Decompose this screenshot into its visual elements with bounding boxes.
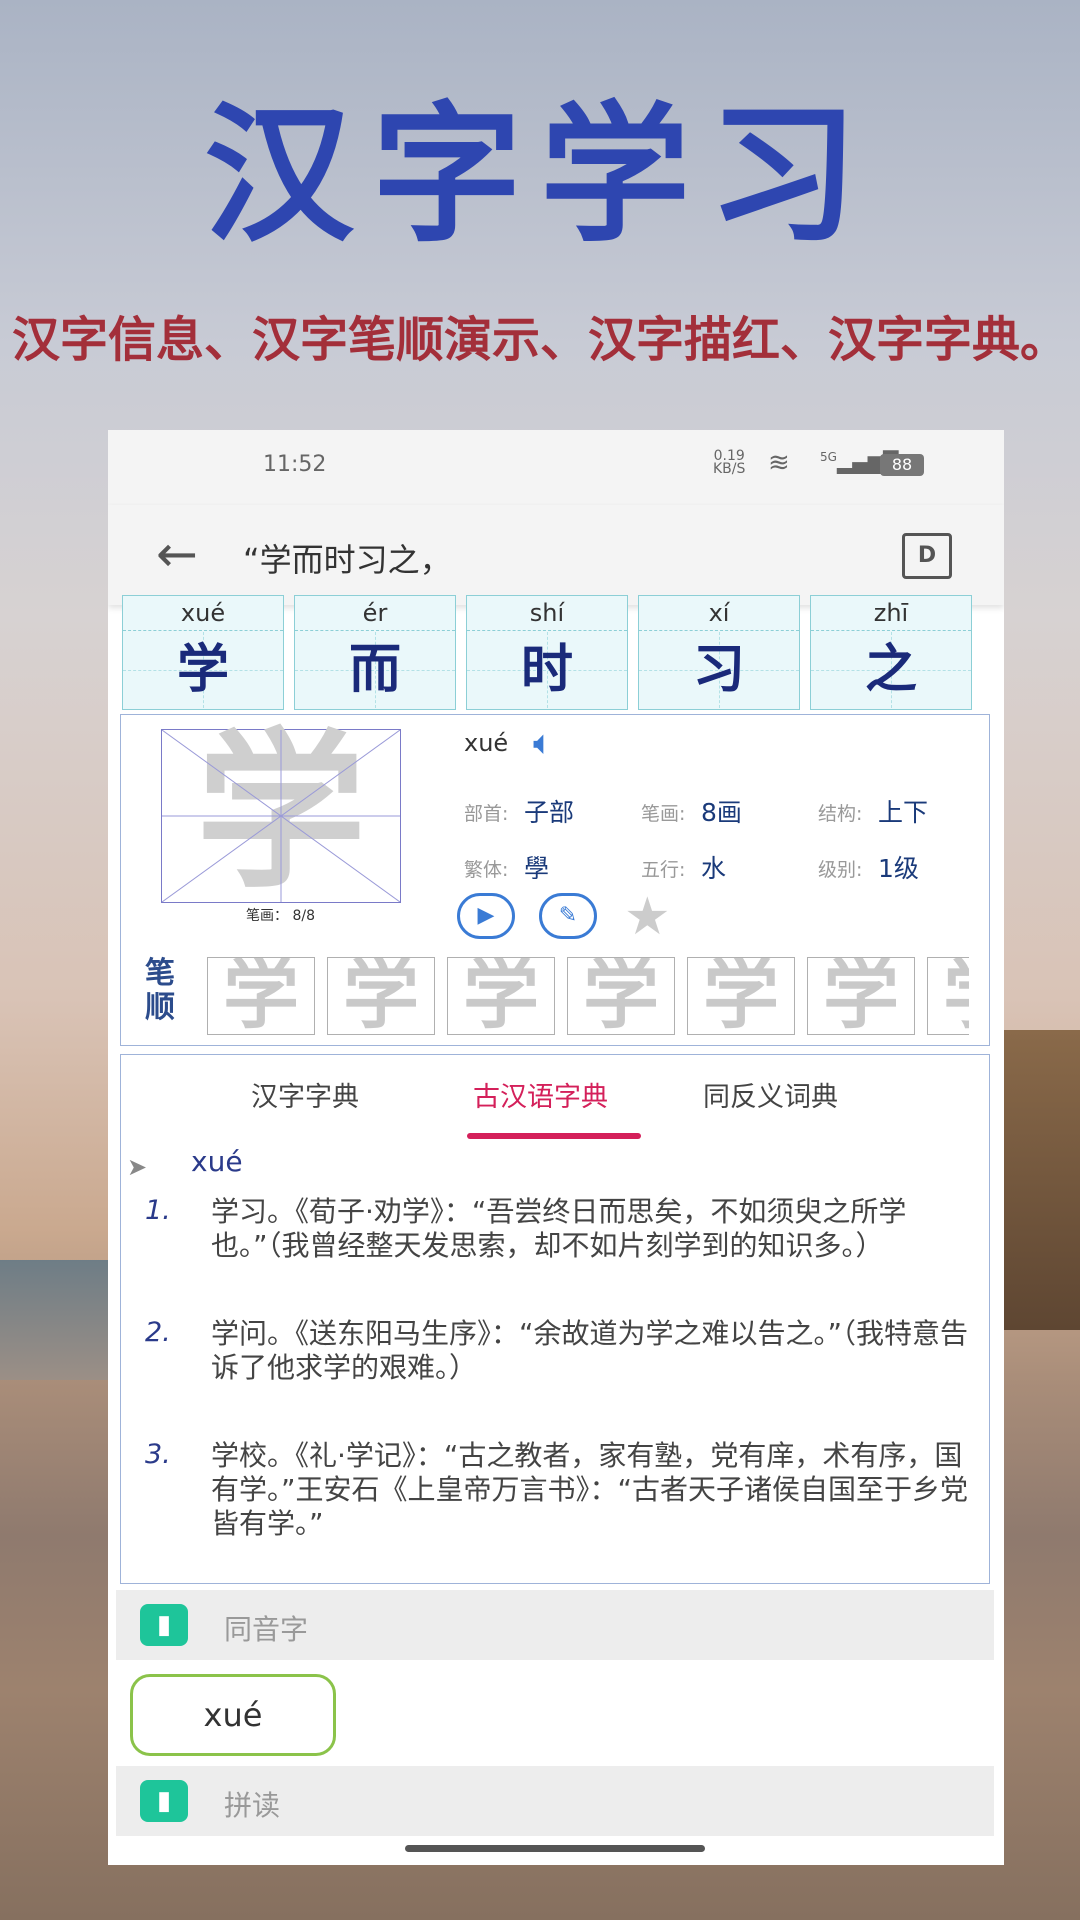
char-hanzi: 习 — [692, 640, 745, 700]
network-speed: 0.19 KB/S — [713, 449, 746, 477]
char-pinyin: zhī — [811, 596, 971, 631]
char-info-panel: 学 笔画： 8/8 xué 🔈︎ 部首: 子部 笔画: 8画 结构: 上下 繁体… — [120, 714, 990, 1046]
character-row: xué 学 ér 而 shí 时 xí 习 zhī 之 — [122, 595, 992, 710]
char-cell[interactable]: shí 时 — [466, 595, 628, 710]
char-hanzi: 时 — [520, 640, 573, 700]
network-speed-unit: KB/S — [713, 461, 746, 477]
definition-text: 学习。《荀子·劝学》：“吾尝终日而思矣，不如须臾之所学也。”（我曾经整天发思索，… — [211, 1195, 907, 1262]
stroke-frame: 学 — [807, 957, 915, 1035]
stroke-frame: 学 — [447, 957, 555, 1035]
char-cell[interactable]: xí 习 — [638, 595, 800, 710]
wuxing-value: 水 — [701, 854, 727, 883]
active-tab-indicator — [467, 1133, 641, 1139]
hero-subtitle: 汉字信息、汉字笔顺演示、汉字描红、汉字字典。 — [11, 312, 1068, 368]
traditional-value: 學 — [524, 854, 550, 883]
play-button[interactable]: ▶ — [457, 893, 515, 939]
stroke-animation-box[interactable]: 学 — [161, 718, 401, 908]
stroke-order-label: 笔顺 — [145, 956, 175, 1025]
level-label: 级别: — [818, 859, 863, 881]
strokes-label: 笔画: — [641, 803, 686, 825]
traditional-label: 繁体: — [464, 859, 509, 881]
definition-number: 3. — [145, 1439, 171, 1470]
bookmark-icon: ▮ — [140, 1780, 188, 1822]
pinyin-arrow-icon: ➤ — [127, 1153, 148, 1181]
stroke-order-strip[interactable]: 学 学 学 学 学 学 学 — [207, 957, 969, 1035]
edit-button[interactable]: ✎ — [539, 893, 597, 939]
stroke-frame-char: 学 — [583, 957, 659, 1035]
structure-value: 上下 — [878, 798, 929, 827]
definition-text: 学问。《送东阳马生序》：“余故道为学之难以告之。”（我特意告诉了他求学的艰难。） — [211, 1317, 969, 1384]
page-title: “学而时习之， — [243, 541, 452, 579]
stroke-frame-char: 学 — [928, 958, 969, 1034]
stroke-progress: 笔画： 8/8 — [246, 908, 315, 924]
level-value: 1级 — [878, 854, 919, 883]
char-hanzi: 而 — [348, 640, 401, 700]
radical-value: 子部 — [524, 798, 575, 827]
info-pinyin: xué — [464, 729, 509, 757]
radical-label: 部首: — [464, 803, 509, 825]
stroke-frame: 学 — [687, 957, 795, 1035]
char-cell[interactable]: zhī 之 — [810, 595, 972, 710]
stroke-frame: 学 — [927, 957, 969, 1035]
definition-number: 2. — [145, 1317, 171, 1348]
wuxing-label: 五行: — [641, 859, 686, 881]
stroke-frame-char: 学 — [223, 957, 299, 1035]
section-label: 拼读 — [224, 1789, 281, 1822]
home-indicator[interactable] — [405, 1845, 705, 1852]
background-cliff — [1000, 1030, 1080, 1330]
app-bar: ← “学而时习之， D — [108, 505, 1004, 605]
stroke-frame-char: 学 — [703, 957, 779, 1035]
back-arrow-icon[interactable]: ← — [156, 525, 198, 583]
char-pinyin: shí — [467, 596, 627, 631]
char-pinyin: xí — [639, 596, 799, 631]
section-label: 同音字 — [224, 1613, 309, 1646]
stroke-frame-char: 学 — [823, 957, 899, 1035]
char-pinyin: xué — [123, 596, 283, 631]
bookmark-icon: ▮ — [140, 1604, 188, 1646]
dictionary-pinyin: xué — [191, 1145, 243, 1178]
phone-screen: 11:52 0.19 KB/S ≋ 5G▂▄▆█ 88 ← “学而时习之， D … — [108, 430, 1004, 1865]
homophone-chip[interactable]: xué — [130, 1674, 336, 1756]
tab-hanzi-dictionary[interactable]: 汉字字典 — [251, 1075, 359, 1114]
star-icon[interactable]: ★ — [624, 887, 671, 947]
char-pinyin: ér — [295, 596, 455, 631]
wifi-icon: ≋ — [768, 448, 790, 478]
status-bar: 11:52 0.19 KB/S ≋ 5G▂▄▆█ 88 — [108, 430, 1004, 505]
stroke-frame: 学 — [327, 957, 435, 1035]
definition-text: 学校。《礼·学记》：“古之教者，家有塾，党有庠，术有序，国有学。”王安石《上皇帝… — [211, 1439, 969, 1540]
tab-classical-dictionary[interactable]: 古汉语字典 — [473, 1075, 608, 1114]
section-pindu: ▮ 拼读 — [116, 1766, 994, 1836]
signal-label: 5G — [820, 450, 837, 464]
structure-label: 结构: — [818, 803, 863, 825]
stroke-frame-char: 学 — [463, 957, 539, 1035]
stroke-frame-char: 学 — [343, 957, 419, 1035]
char-hanzi: 学 — [176, 640, 229, 700]
play-icon: ▶ — [477, 903, 495, 928]
char-cell[interactable]: ér 而 — [294, 595, 456, 710]
char-cell[interactable]: xué 学 — [122, 595, 284, 710]
definition-number: 1. — [145, 1195, 171, 1226]
status-time: 11:52 — [263, 452, 327, 477]
section-homophones: ▮ 同音字 — [116, 1590, 994, 1660]
pencil-icon: ✎ — [558, 903, 578, 928]
hero-title: 汉字学习 — [203, 87, 876, 263]
stroke-frame: 学 — [207, 957, 315, 1035]
tab-synonym-dictionary[interactable]: 同反义词典 — [703, 1075, 838, 1114]
battery-icon: 88 — [880, 454, 924, 476]
char-hanzi: 之 — [864, 640, 917, 700]
dictionary-panel: 汉字字典 古汉语字典 同反义词典 ➤ xué 1. 学习。《荀子·劝学》：“吾尝… — [120, 1054, 990, 1584]
rice-grid — [162, 730, 400, 902]
strokes-value: 8画 — [701, 798, 742, 827]
document-icon[interactable]: D — [902, 533, 952, 579]
speaker-icon[interactable]: 🔈︎ — [533, 723, 553, 763]
background-sea — [0, 1260, 110, 1380]
stroke-frame: 学 — [567, 957, 675, 1035]
